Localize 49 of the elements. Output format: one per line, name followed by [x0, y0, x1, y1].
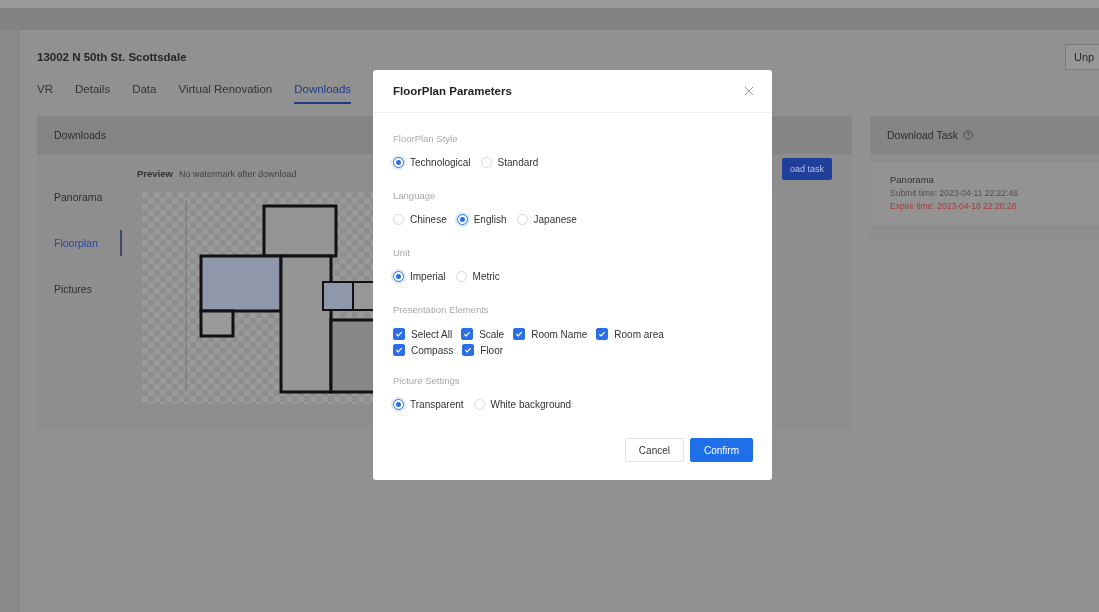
radio-button[interactable] [456, 214, 468, 225]
nav-item[interactable]: Panorama [37, 184, 122, 210]
section-label: Language [393, 190, 437, 201]
checkbox[interactable] [513, 328, 526, 340]
radio-option[interactable]: White background [473, 399, 572, 410]
task-name: Panorama [890, 174, 935, 185]
confirm-button[interactable]: Confirm [690, 438, 753, 462]
checkbox-option[interactable]: Room Name [513, 328, 588, 340]
section-label: Unit [393, 247, 411, 258]
radio-button[interactable] [393, 271, 404, 282]
checkbox-option[interactable]: Room area [596, 328, 664, 340]
submit-time: Submit time: 2023-04-11 22:22:46 [890, 188, 1019, 198]
preview-label: Preview [137, 168, 173, 179]
preview-note: No watermark after download [178, 169, 297, 179]
cancel-button[interactable]: Cancel [624, 438, 684, 462]
radio-button[interactable] [393, 399, 404, 410]
radio-option[interactable]: Imperial [393, 271, 446, 282]
section-label: Picture Settings [393, 375, 461, 386]
radio-option[interactable]: Metric [455, 271, 500, 282]
tab[interactable]: Virtual Renovation [178, 76, 273, 104]
panel-title: Download Task [887, 129, 958, 141]
tab[interactable]: Data [132, 76, 157, 104]
download-task-button[interactable]: oad task [781, 158, 832, 180]
checkbox[interactable] [461, 328, 474, 340]
close-icon[interactable] [744, 86, 754, 96]
tab[interactable]: VR [37, 76, 53, 104]
radio-option[interactable]: Transparent [393, 399, 464, 410]
radio-option[interactable]: Japanese [516, 214, 577, 225]
checkbox-option[interactable]: Scale [461, 328, 505, 340]
checkbox-option[interactable]: Floor [462, 344, 504, 356]
action-button[interactable]: Unp [1065, 44, 1099, 70]
section-label: FloorPlan Style [393, 133, 459, 144]
radio-option[interactable]: Chinese [393, 214, 447, 225]
checkbox-option[interactable]: Select All [393, 328, 453, 340]
checkbox[interactable] [596, 328, 609, 340]
checkbox[interactable] [393, 328, 405, 340]
nav-item[interactable]: Pictures [37, 276, 122, 302]
radio-option[interactable]: Technological [393, 157, 471, 168]
checkbox[interactable] [393, 344, 405, 356]
radio-button[interactable] [393, 157, 404, 168]
expire-time: Expire time: 2023-04-18 22:26:28 [890, 201, 1018, 211]
tab[interactable]: Details [75, 76, 111, 104]
checkbox-option[interactable]: Compass [393, 344, 454, 356]
dialog-title: FloorPlan Parameters [393, 85, 512, 97]
section-label: Presentation Elements [393, 304, 490, 315]
checkbox[interactable] [462, 344, 475, 356]
radio-option[interactable]: English [456, 214, 507, 225]
radio-option[interactable]: Standard [480, 157, 539, 168]
property-title: 13002 N 50th St. Scottsdale [37, 51, 187, 63]
